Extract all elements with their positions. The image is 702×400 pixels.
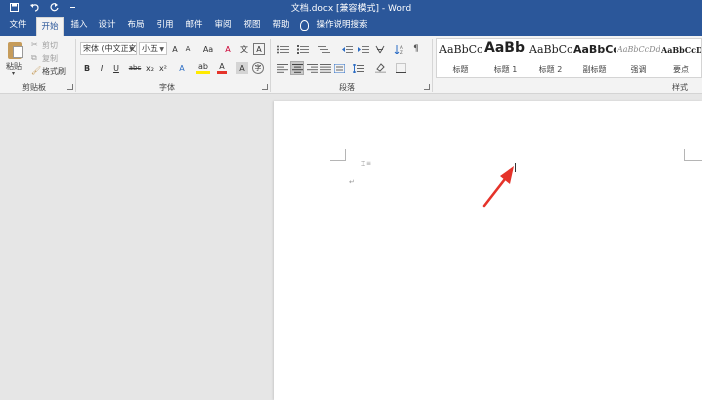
red-arrow-icon [482,166,514,208]
